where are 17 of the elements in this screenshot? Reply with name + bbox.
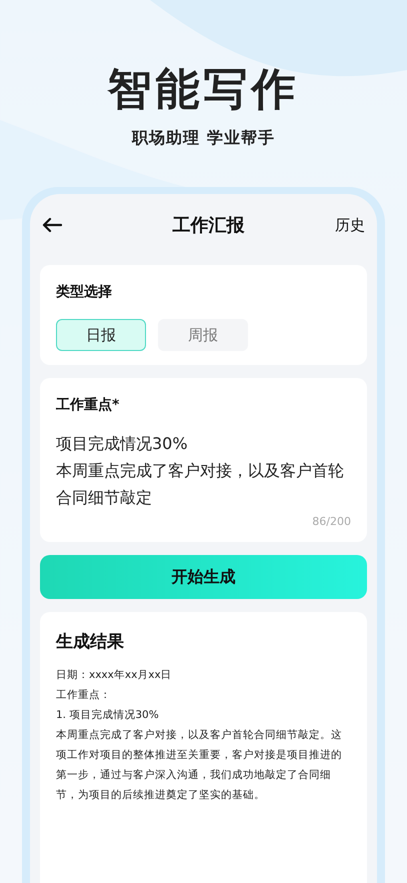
result-text: 工作重点： <box>56 688 112 703</box>
screen-title: 工作汇报 <box>172 214 244 237</box>
focus-input-field[interactable]: 项目完成情况30% 本周重点完成了客户对接，以及客户首轮合同细节敲定 <box>56 430 351 511</box>
section-label: 类型选择 <box>56 283 113 301</box>
section-label: 工作重点* <box>56 396 120 414</box>
back-arrow-icon[interactable] <box>42 217 62 233</box>
char-counter: 86/200 <box>311 515 351 528</box>
type-option[interactable]: 周报 <box>158 319 248 351</box>
history-link[interactable]: 历史 <box>335 216 365 234</box>
result-title: 生成结果 <box>56 631 125 653</box>
subtitle: 职场助理 学业帮手 <box>132 128 275 149</box>
type-option[interactable]: 日报 <box>56 319 146 351</box>
generate-button[interactable]: 开始生成 <box>40 555 367 599</box>
result-text: 1. 项目完成情况30% <box>56 708 160 723</box>
result-text: 本周重点完成了客户对接，以及客户首轮合同细节敲定。这项工作对项目的整体推进至关重要，客户对接是项目推进的第一步，通过与客户深入沟通，我们成功地敲定了合同细节，为项目的后续推进奠定了坚实的基础。 <box>56 728 343 803</box>
result-text: 日期：xxxx年xx月xx日 <box>56 668 173 683</box>
headline: 智能写作 <box>108 63 300 117</box>
